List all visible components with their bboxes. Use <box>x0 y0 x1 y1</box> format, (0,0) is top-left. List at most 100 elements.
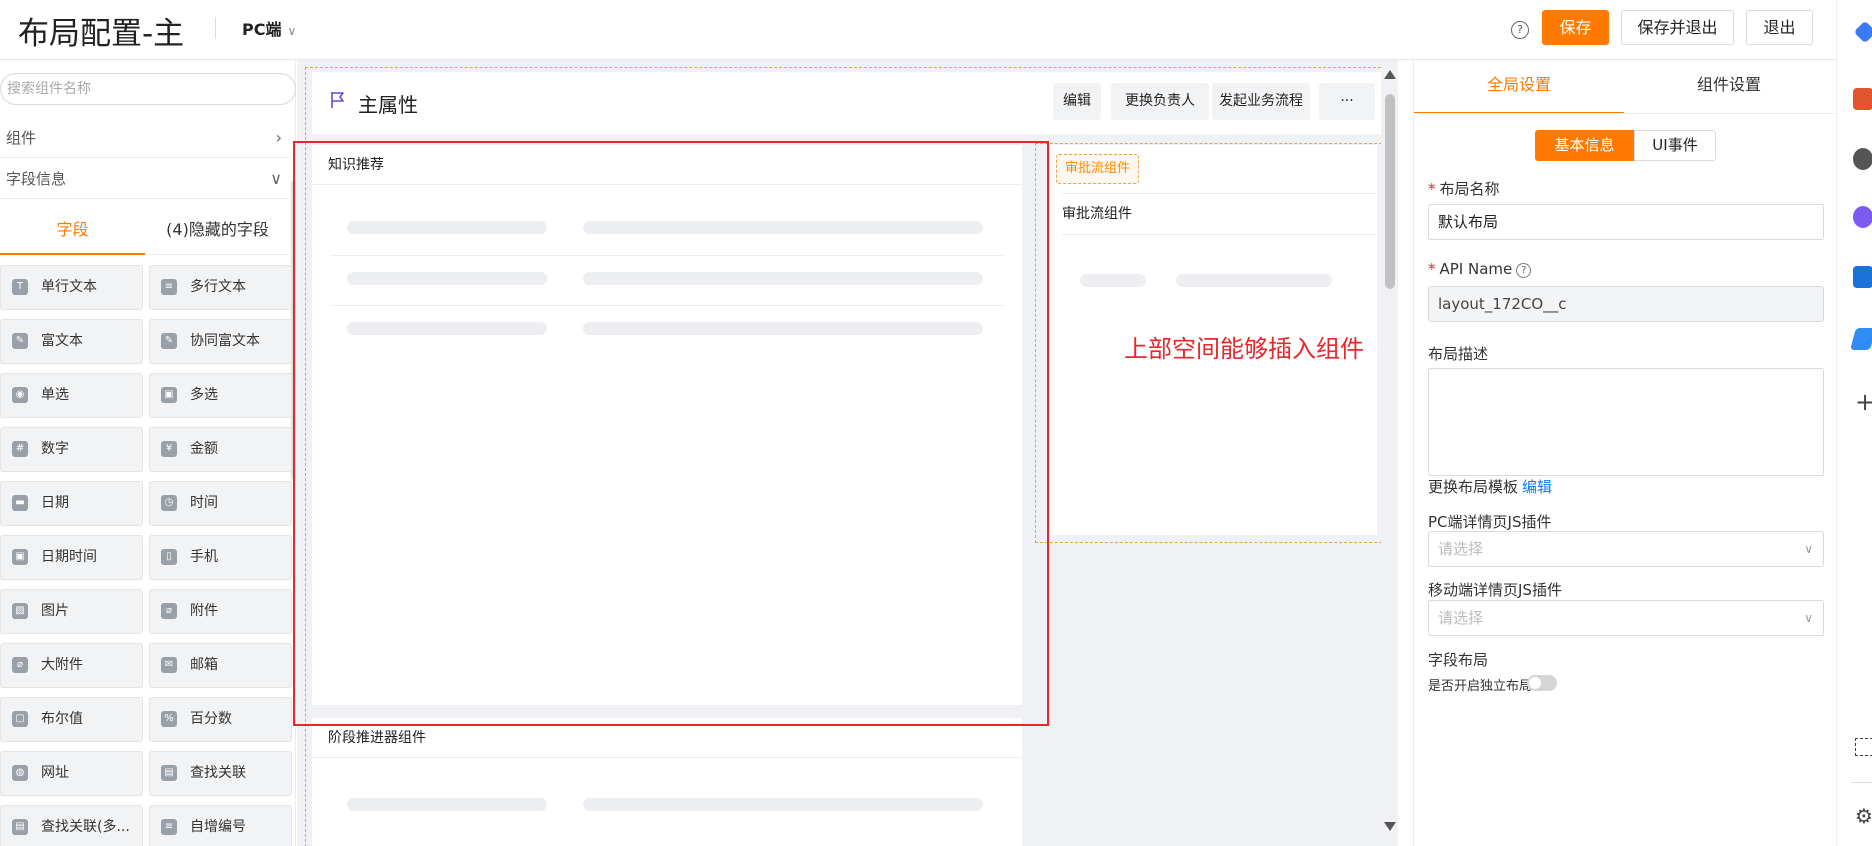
field-type-item[interactable]: ▣ 多选 <box>149 373 292 418</box>
field-type-item[interactable]: ◉ 单选 <box>0 373 143 418</box>
basic-info-toggle[interactable]: 基本信息 <box>1535 130 1634 161</box>
field-type-item[interactable]: ◷ 时间 <box>149 481 292 526</box>
tab-fields[interactable]: 字段 <box>0 205 145 255</box>
field-type-item[interactable]: ▤ 查找关联(多... <box>0 805 143 846</box>
tabs-divider <box>1414 113 1837 114</box>
field-type-item[interactable]: ⌀ 大附件 <box>0 643 143 688</box>
field-type-item[interactable]: ◍ 网址 <box>0 751 143 796</box>
canvas-scrollbar[interactable] <box>1381 60 1398 846</box>
change-template-row: 更换布局模板 编辑 <box>1428 476 1552 497</box>
field-type-label: 多行文本 <box>190 279 246 295</box>
field-type-item[interactable]: ▯ 手机 <box>149 535 292 580</box>
component-panel: 搜索组件名称 组件 › 字段信息 ∨ 字段 (4)隐藏的字段 T 单行文本 ≡ 多行文… <box>0 60 296 846</box>
field-tabs: 字段 (4)隐藏的字段 <box>0 205 290 255</box>
field-type-item[interactable]: ≡ 自增编号 <box>149 805 292 846</box>
scroll-up-icon[interactable] <box>1384 70 1396 79</box>
briefcase-icon[interactable] <box>1853 88 1872 110</box>
change-owner-button[interactable]: 更换负责人 <box>1111 83 1209 120</box>
change-template-label: 更换布局模板 <box>1428 478 1519 496</box>
search-input[interactable]: 搜索组件名称 <box>0 73 296 105</box>
components-section[interactable]: 组件 › <box>0 118 290 158</box>
layout-desc-label: 布局描述 <box>1428 345 1489 363</box>
add-icon[interactable]: + <box>1855 388 1872 416</box>
field-type-item[interactable]: ▨ 图片 <box>0 589 143 634</box>
paperclip-icon: ⌀ <box>161 603 177 619</box>
help-icon[interactable]: ? <box>1511 21 1529 39</box>
page-title: 布局配置-主 <box>18 16 185 52</box>
large-attachment-icon: ⌀ <box>12 657 28 673</box>
tab-global-settings[interactable]: 全局设置 <box>1414 60 1624 114</box>
pc-plugin-select[interactable]: 请选择 ∨ <box>1428 531 1824 567</box>
tab-hidden-fields[interactable]: (4)隐藏的字段 <box>145 205 290 255</box>
scroll-thumb[interactable] <box>1385 94 1395 289</box>
platform-select[interactable]: PC端 ∨ <box>242 16 296 40</box>
start-process-button[interactable]: 发起业务流程 <box>1212 83 1310 120</box>
field-type-item[interactable]: ⌀ 附件 <box>149 589 292 634</box>
save-and-exit-button[interactable]: 保存并退出 <box>1621 10 1734 45</box>
field-type-item[interactable]: ✉ 邮箱 <box>149 643 292 688</box>
field-type-item[interactable]: ▤ 查找关联 <box>149 751 292 796</box>
checkbox-icon: ▣ <box>161 387 177 403</box>
ui-events-toggle[interactable]: UI事件 <box>1634 130 1716 161</box>
field-type-label: 单选 <box>41 387 69 403</box>
switch-knob <box>1529 677 1541 689</box>
mobile-plugin-select[interactable]: 请选择 ∨ <box>1428 600 1824 636</box>
skeleton-line <box>1080 274 1146 287</box>
yen-icon: ¥ <box>161 441 177 457</box>
exit-button[interactable]: 退出 <box>1746 10 1813 45</box>
screenshot-icon[interactable] <box>1855 738 1872 756</box>
main-attributes-header[interactable]: 主属性 编辑 更换负责人 发起业务流程 ··· <box>312 72 1382 134</box>
radio-icon: ◉ <box>12 387 28 403</box>
layout-desc-textarea[interactable] <box>1428 368 1824 476</box>
copilot-icon[interactable] <box>1853 206 1872 228</box>
help-icon[interactable]: ? <box>1516 263 1532 278</box>
lookup-icon: ▤ <box>161 765 177 781</box>
chevron-right-icon: › <box>275 128 282 147</box>
stage-progress-component[interactable]: 阶段推进器组件 <box>312 718 1022 846</box>
outlook-icon[interactable] <box>1853 266 1872 288</box>
field-type-label: 协同富文本 <box>190 333 260 349</box>
percent-icon: % <box>161 711 177 727</box>
layout-name-label-text: 布局名称 <box>1439 180 1500 198</box>
skeleton-line <box>1176 274 1332 287</box>
send-icon[interactable] <box>1850 328 1872 350</box>
field-type-item[interactable]: T 单行文本 <box>0 265 143 310</box>
edit-button[interactable]: 编辑 <box>1053 83 1101 120</box>
person-icon[interactable] <box>1853 148 1872 170</box>
strip-divider <box>1851 782 1872 783</box>
mobile-plugin-placeholder: 请选择 <box>1438 609 1484 627</box>
field-type-item[interactable]: ▣ 日期时间 <box>0 535 143 580</box>
components-label: 组件 <box>6 129 37 147</box>
scroll-down-icon[interactable] <box>1384 822 1396 831</box>
change-template-edit-link[interactable]: 编辑 <box>1522 478 1552 496</box>
clock-icon: ◷ <box>161 495 177 511</box>
field-type-label: 日期时间 <box>41 549 97 565</box>
field-type-label: 日期 <box>41 495 69 511</box>
field-type-item[interactable]: % 百分数 <box>149 697 292 742</box>
field-type-item[interactable]: ✎ 协同富文本 <box>149 319 292 364</box>
datetime-icon: ▣ <box>12 549 28 565</box>
field-type-item[interactable]: ▢ 布尔值 <box>0 697 143 742</box>
save-button[interactable]: 保存 <box>1542 10 1609 45</box>
field-type-item[interactable]: ≡ 多行文本 <box>149 265 292 310</box>
api-name-label-text: API Name <box>1439 260 1513 278</box>
main-attributes-title: 主属性 <box>358 93 418 117</box>
chevron-down-icon: ∨ <box>1804 542 1813 556</box>
field-type-item[interactable]: ¥ 金额 <box>149 427 292 472</box>
field-info-section[interactable]: 字段信息 ∨ <box>0 159 290 199</box>
tab-component-settings[interactable]: 组件设置 <box>1624 60 1834 114</box>
field-type-label: 查找关联(多... <box>41 819 130 835</box>
app-launcher-icon[interactable] <box>1853 20 1872 44</box>
independent-layout-switch[interactable] <box>1527 675 1557 691</box>
hash-icon: # <box>12 441 28 457</box>
field-type-item[interactable]: ✎ 富文本 <box>0 319 143 364</box>
field-type-item[interactable]: # 数字 <box>0 427 143 472</box>
gear-icon[interactable]: ⚙ <box>1855 804 1872 828</box>
field-type-label: 百分数 <box>190 711 232 727</box>
more-actions-button[interactable]: ··· <box>1319 83 1375 120</box>
settings-panel: 全局设置 组件设置 基本信息 UI事件 * 布局名称 默认布局 * API Name… <box>1413 60 1837 846</box>
app-root: 布局配置-主 PC端 ∨ ? 保存 保存并退出 退出 + ⚙ 搜索组件名称 组件 … <box>0 0 1872 846</box>
layout-name-input[interactable]: 默认布局 <box>1428 204 1824 240</box>
field-type-item[interactable]: ▬ 日期 <box>0 481 143 526</box>
chevron-down-icon: ∨ <box>270 169 282 188</box>
